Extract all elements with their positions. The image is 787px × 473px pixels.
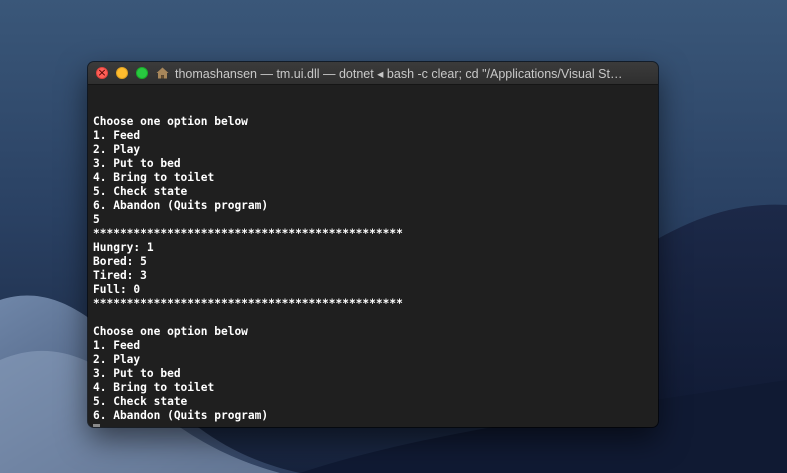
- minimize-button[interactable]: [116, 67, 128, 79]
- title-bar[interactable]: thomashansen — tm.ui.dll — dotnet ◂ bash…: [88, 62, 658, 85]
- terminal-line: 4. Bring to toilet: [93, 171, 215, 184]
- terminal-line: 5: [93, 213, 100, 226]
- terminal-line: ****************************************…: [93, 227, 403, 240]
- terminal-line: Bored: 5: [93, 255, 147, 268]
- terminal-line: 5. Check state: [93, 395, 188, 408]
- terminal-line: ****************************************…: [93, 297, 403, 310]
- terminal-line: 3. Put to bed: [93, 157, 181, 170]
- terminal-prompt-line[interactable]: [93, 423, 653, 427]
- close-button[interactable]: [96, 66, 108, 79]
- terminal-window[interactable]: thomashansen — tm.ui.dll — dotnet ◂ bash…: [88, 62, 658, 427]
- terminal-line: Full: 0: [93, 283, 141, 296]
- terminal-line: Tired: 3: [93, 269, 147, 282]
- window-title-text: thomashansen — tm.ui.dll — dotnet ◂ bash…: [175, 66, 623, 81]
- terminal-line: 2. Play: [93, 353, 141, 366]
- window-title: thomashansen — tm.ui.dll — dotnet ◂ bash…: [156, 62, 652, 84]
- terminal-line: Hungry: 1: [93, 241, 154, 254]
- window-controls: [88, 66, 148, 79]
- house-icon: [156, 67, 169, 79]
- terminal-line: Choose one option below: [93, 325, 248, 338]
- terminal-line: Choose one option below: [93, 115, 248, 128]
- terminal-line: 1. Feed: [93, 129, 141, 142]
- maximize-button[interactable]: [136, 67, 148, 79]
- terminal-line: 4. Bring to toilet: [93, 381, 215, 394]
- terminal-line: 6. Abandon (Quits program): [93, 409, 269, 422]
- terminal-line: 6. Abandon (Quits program): [93, 199, 269, 212]
- terminal-line: 2. Play: [93, 143, 141, 156]
- terminal-line: 3. Put to bed: [93, 367, 181, 380]
- terminal-line: 1. Feed: [93, 339, 141, 352]
- terminal-output[interactable]: Choose one option below 1. Feed 2. Play …: [88, 85, 658, 427]
- text-cursor: [93, 424, 100, 427]
- terminal-line: 5. Check state: [93, 185, 188, 198]
